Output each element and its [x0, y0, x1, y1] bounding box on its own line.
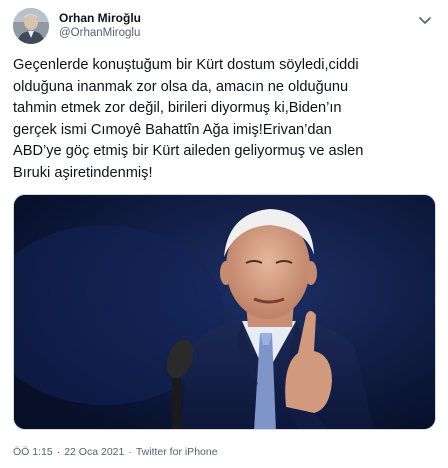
tweet-text-line: Geçenlerde konuştuğum bir Kürt dostum sö…	[13, 57, 359, 73]
author-display-name[interactable]: Orhan Miroğlu	[59, 11, 141, 26]
profile-photo-icon	[13, 8, 49, 44]
meta-separator: ·	[128, 446, 132, 458]
tweet-text-line: tahmin etmek zor değil, birileri diyormu…	[13, 100, 342, 116]
tweet-photo[interactable]	[13, 194, 436, 430]
author-names: Orhan Miroğlu @OrhanMiroglu	[59, 11, 141, 41]
tweet-meta: ÖÖ 1:15 · 22 Oca 2021 · Twitter for iPho…	[13, 446, 218, 458]
avatar[interactable]	[13, 8, 49, 44]
tweet-text-line: olduğuna inanmak zor olsa da, amacın ne …	[13, 78, 349, 95]
tweet-card: Orhan Miroğlu @OrhanMiroglu Geçenlerde k…	[0, 0, 448, 468]
tweet-text-line: Bıruki aşiretindenmiş!	[13, 164, 153, 181]
tweet-source[interactable]: Twitter for iPhone	[136, 446, 218, 458]
tweet-text: Geçenlerde konuştuğum bir Kürt dostum sö…	[13, 55, 437, 184]
tweet-text-line: ABD’ye göç etmiş bir Kürt aileden geliyo…	[13, 143, 364, 159]
author-handle[interactable]: @OrhanMiroglu	[59, 26, 141, 41]
tweet-date[interactable]: 22 Oca 2021	[64, 446, 124, 458]
tweet-time[interactable]: ÖÖ 1:15	[13, 446, 53, 458]
tweet-text-line: gerçek ismi Cımoyê Bahattîn Ağa imiş!Eri…	[13, 121, 332, 138]
chevron-down-icon[interactable]	[416, 14, 434, 28]
meta-separator: ·	[56, 446, 61, 458]
tweet-header: Orhan Miroğlu @OrhanMiroglu	[13, 7, 141, 45]
photo-man-speaking-icon	[14, 195, 435, 429]
